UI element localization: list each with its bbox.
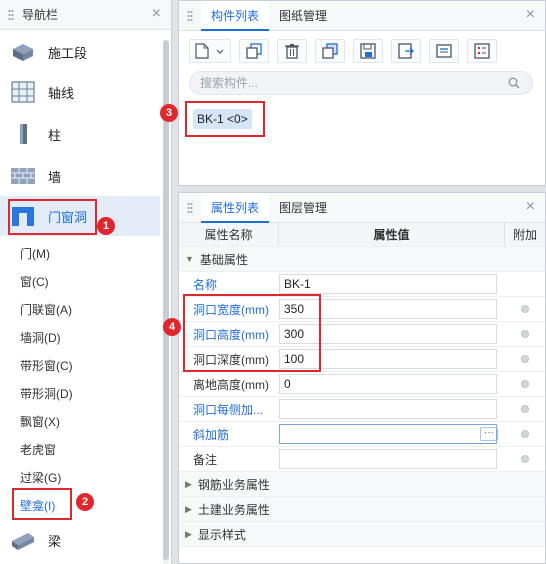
nav-item-construction-stage[interactable]: 施工段 xyxy=(0,32,160,72)
highlight-box-4 xyxy=(183,294,321,372)
extra-radio[interactable] xyxy=(521,380,529,388)
properties-panel-tabs: 属性列表 图层管理 xyxy=(179,192,545,223)
property-value-diagonal-rebar[interactable] xyxy=(279,424,497,444)
new-component-button[interactable] xyxy=(189,39,231,63)
extra-radio[interactable] xyxy=(521,305,529,313)
highlight-box-1 xyxy=(8,199,97,235)
close-icon[interactable]: × xyxy=(526,7,535,23)
subitem-lintel[interactable]: 过梁(G) xyxy=(20,468,61,488)
layers-copy-icon xyxy=(322,43,338,59)
list-view-icon xyxy=(436,44,452,58)
property-table-header: 属性名称 属性值 附加 xyxy=(179,222,545,247)
tab-drawing-management[interactable]: 图纸管理 xyxy=(269,1,337,31)
export-button[interactable] xyxy=(391,39,421,63)
annotation-badge-2: 2 xyxy=(76,493,94,511)
property-row-elevation: 离地高度(mm) 0 xyxy=(179,372,545,397)
tab-layer-management[interactable]: 图层管理 xyxy=(269,193,337,223)
expand-caret-icon[interactable]: ▶ xyxy=(185,529,192,540)
nav-item-column[interactable]: 柱 xyxy=(0,114,160,154)
tab-component-list[interactable]: 构件列表 xyxy=(201,0,270,31)
search-icon[interactable] xyxy=(508,77,520,89)
subitem-strip-opening[interactable]: 带形洞(D) xyxy=(20,384,73,404)
tab-property-list[interactable]: 属性列表 xyxy=(201,192,270,223)
drag-grip-icon[interactable] xyxy=(8,8,14,21)
extra-radio[interactable] xyxy=(521,430,529,438)
properties-view-button[interactable] xyxy=(429,39,459,63)
nav-item-beam[interactable]: 梁 xyxy=(0,520,160,560)
component-toolbar xyxy=(189,39,497,63)
search-input[interactable] xyxy=(200,76,500,90)
extra-radio[interactable] xyxy=(521,330,529,338)
trash-icon xyxy=(285,44,299,59)
property-row-remark: 备注 xyxy=(179,447,545,472)
subitem-door-window[interactable]: 门联窗(A) xyxy=(20,300,72,320)
extra-radio[interactable] xyxy=(521,455,529,463)
grid-icon xyxy=(8,78,38,106)
property-value-remark[interactable] xyxy=(279,449,497,469)
annotation-badge-4: 4 xyxy=(163,318,181,336)
subitem-dormer-window[interactable]: 老虎窗 xyxy=(20,440,56,460)
subitem-strip-window[interactable]: 带形窗(C) xyxy=(20,356,73,376)
stage-icon xyxy=(8,38,38,66)
extra-radio[interactable] xyxy=(521,405,529,413)
highlight-box-2 xyxy=(12,488,72,520)
subitem-wall-opening[interactable]: 墙洞(D) xyxy=(20,328,61,348)
group-basic-properties[interactable]: ▼ 基础属性 xyxy=(179,247,545,272)
group-rebar-properties[interactable]: ▶ 钢筋业务属性 xyxy=(179,472,545,497)
nav-item-wall[interactable]: 墙 xyxy=(0,156,160,196)
copy-component-button[interactable] xyxy=(239,39,269,63)
drag-grip-icon[interactable] xyxy=(187,201,193,214)
subitem-window[interactable]: 窗(C) xyxy=(20,272,49,292)
component-search[interactable] xyxy=(189,71,533,95)
nav-header: 导航栏 xyxy=(0,0,171,30)
collapse-caret-icon[interactable]: ▼ xyxy=(185,254,194,264)
close-icon[interactable]: × xyxy=(152,6,161,22)
beam-icon xyxy=(8,526,38,554)
property-row-side-rebar: 洞口每侧加... xyxy=(179,397,545,422)
delete-component-button[interactable] xyxy=(277,39,307,63)
nav-title: 导航栏 xyxy=(22,8,59,22)
column-header-name: 属性名称 xyxy=(179,222,279,247)
close-icon[interactable]: × xyxy=(526,199,535,215)
property-row-diagonal-rebar: 斜加筋 ··· xyxy=(179,422,545,447)
column-header-extra: 附加 xyxy=(512,227,537,242)
annotation-badge-1: 1 xyxy=(97,217,115,235)
save-template-button[interactable] xyxy=(353,39,383,63)
properties-panel: 属性列表 图层管理 × 属性名称 属性值 附加 ▼ 基础属性 名称 BK-1 洞… xyxy=(178,192,546,564)
drag-grip-icon[interactable] xyxy=(187,9,193,22)
more-options-button[interactable]: ··· xyxy=(480,427,498,441)
group-display-style[interactable]: ▶ 显示样式 xyxy=(179,522,545,547)
subitem-door[interactable]: 门(M) xyxy=(20,244,50,264)
subitem-bay-window[interactable]: 飘窗(X) xyxy=(20,412,60,432)
property-value-elevation[interactable]: 0 xyxy=(279,374,497,394)
checklist-button[interactable] xyxy=(467,39,497,63)
checklist-icon xyxy=(474,43,490,59)
annotation-badge-3: 3 xyxy=(160,104,178,122)
extra-radio[interactable] xyxy=(521,355,529,363)
column-header-value: 属性值 xyxy=(279,222,505,247)
expand-caret-icon[interactable]: ▶ xyxy=(185,479,192,490)
property-value-name[interactable]: BK-1 xyxy=(279,274,497,294)
copy-icon xyxy=(246,43,262,59)
export-icon xyxy=(398,43,414,59)
new-file-icon xyxy=(195,43,224,59)
component-list-panel: 构件列表 图纸管理 × 搜索构件... BK-1 <0> xyxy=(178,0,546,186)
group-civil-properties[interactable]: ▶ 土建业务属性 xyxy=(179,497,545,522)
column-icon xyxy=(8,120,38,148)
property-table: 属性名称 属性值 附加 ▼ 基础属性 名称 BK-1 洞口宽度(mm) 350 … xyxy=(179,222,545,547)
expand-caret-icon[interactable]: ▶ xyxy=(185,504,192,515)
property-value-side-rebar[interactable] xyxy=(279,399,497,419)
save-icon xyxy=(360,43,376,59)
wall-icon xyxy=(8,162,38,190)
nav-item-axis[interactable]: 轴线 xyxy=(0,72,160,112)
highlight-box-3 xyxy=(185,101,265,137)
component-panel-tabs: 构件列表 图纸管理 xyxy=(179,0,545,31)
copy-to-floor-button[interactable] xyxy=(315,39,345,63)
navigation-panel: 导航栏 × 施工段 轴线 柱 墙 门窗洞 1 门(M) 窗(C) 门联窗(A) … xyxy=(0,0,172,564)
